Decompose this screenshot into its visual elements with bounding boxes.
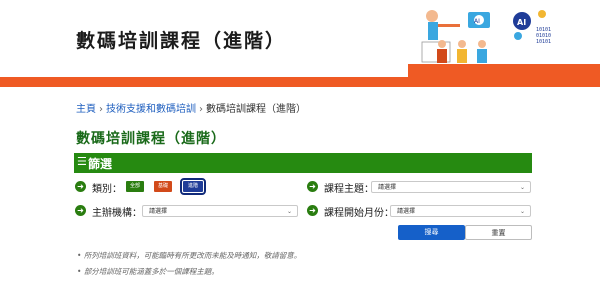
svg-text:AI: AI — [517, 18, 526, 27]
organizer-select[interactable]: 請選擇 ⌄ — [142, 205, 298, 217]
organizer-label: 主辦機構： — [92, 208, 142, 219]
svg-text:10101: 10101 — [536, 39, 551, 45]
organizer-select-value: 請選擇 — [149, 208, 168, 215]
breadcrumb-current: 數碼培訓課程（進階） — [206, 104, 306, 115]
search-button[interactable]: 搜尋 — [398, 225, 465, 240]
topic-label: 課程主題： — [324, 184, 374, 195]
list-item: • 所列培訓班資料，可能臨時有所更改而未能及時通知，敬請留意。 — [77, 251, 302, 260]
breadcrumb-home-link[interactable]: 主頁 — [76, 104, 96, 115]
arrow-circle-icon: ➜ — [75, 205, 86, 216]
svg-text:AI: AI — [474, 18, 480, 25]
page-title: 數碼培訓課程（進階） — [76, 131, 226, 147]
chevron-down-icon: ⌄ — [519, 208, 525, 215]
filter-title: 篩選 — [88, 157, 113, 171]
list-item: • 部分培訓班可能涵蓋多於一個課程主題。 — [77, 267, 219, 276]
filter-icon: ☰ — [77, 155, 87, 168]
start-month-select[interactable]: 請選擇 ⌄ — [390, 205, 531, 217]
chevron-down-icon: ⌄ — [286, 208, 292, 215]
type-all-tag[interactable]: 全部 — [126, 181, 144, 192]
type-label: 類別： — [92, 184, 122, 195]
arrow-circle-icon: ➜ — [307, 181, 318, 192]
breadcrumb-separator: › — [99, 104, 103, 115]
banner-stripe — [0, 77, 600, 87]
banner-illustration: AI AI 10101 01010 10101 — [421, 10, 551, 63]
arrow-circle-icon: ➜ — [75, 181, 86, 192]
type-basic-tag[interactable]: 基礎 — [154, 181, 172, 192]
chevron-down-icon: ⌄ — [519, 184, 525, 191]
banner-title: 數碼培訓課程（進階） — [76, 30, 287, 52]
filter-header: ☰ 篩選 — [74, 153, 532, 173]
note-text: 所列培訓班資料，可能臨時有所更改而未能及時通知，敬請留意。 — [83, 251, 302, 260]
breadcrumb-support-link[interactable]: 技術支援和數碼培訓 — [106, 104, 196, 115]
topic-select-value: 請選擇 — [378, 184, 397, 191]
reset-button[interactable]: 重置 — [465, 225, 532, 240]
note-text: 部分培訓班可能涵蓋多於一個課程主題。 — [83, 267, 219, 276]
start-month-label: 課程開始月份： — [324, 208, 394, 219]
arrow-circle-icon: ➜ — [307, 205, 318, 216]
breadcrumb-separator: › — [199, 104, 203, 115]
page-banner: 數碼培訓課程（進階） AI AI 10101 01010 10101 — [0, 0, 600, 87]
start-month-select-value: 請選擇 — [397, 208, 416, 215]
notes-list: • 所列培訓班資料，可能臨時有所更改而未能及時通知，敬請留意。 • 部分培訓班可… — [77, 250, 301, 282]
topic-select[interactable]: 請選擇 ⌄ — [371, 181, 531, 193]
type-advanced-tag[interactable]: 進階 — [180, 178, 206, 195]
breadcrumb: 主頁 › 技術支援和數碼培訓 › 數碼培訓課程（進階） — [76, 100, 306, 115]
